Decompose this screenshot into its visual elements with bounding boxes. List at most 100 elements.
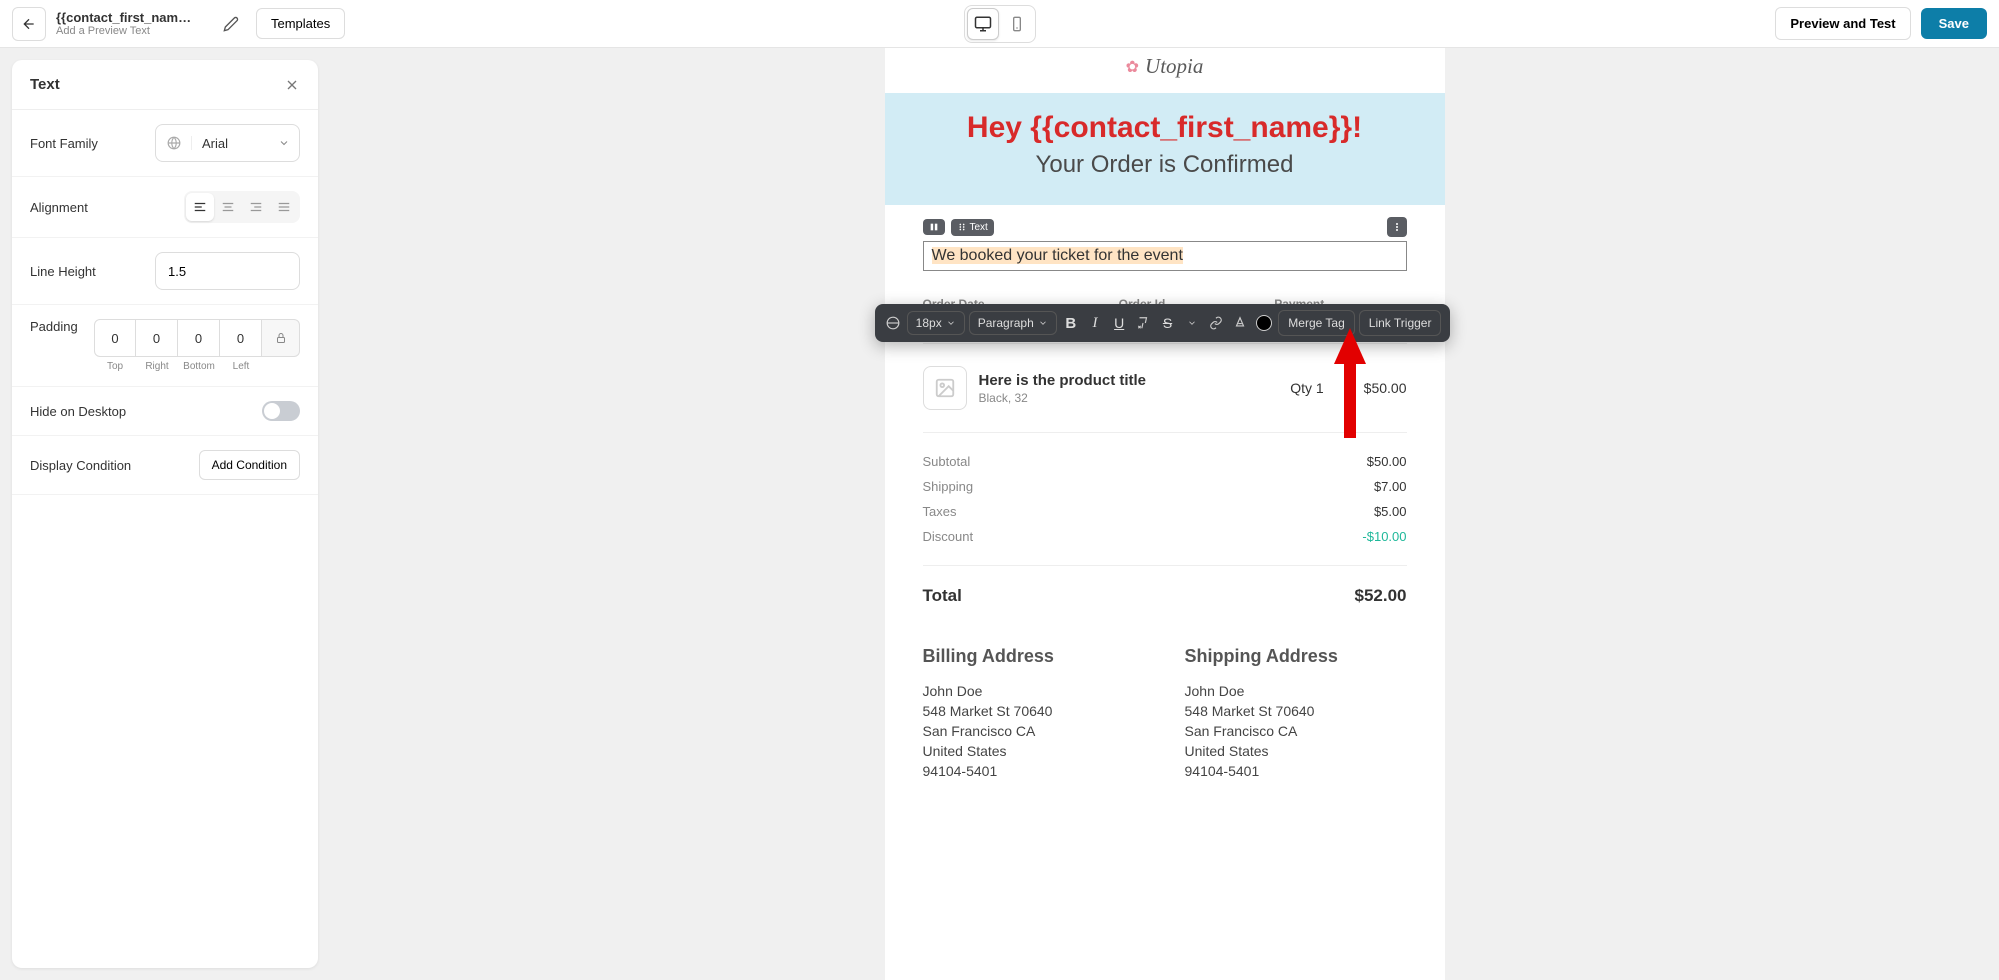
taxes-label: Taxes bbox=[923, 504, 957, 519]
alignment-label: Alignment bbox=[30, 200, 88, 215]
align-left-button[interactable] bbox=[186, 193, 214, 221]
link-button[interactable] bbox=[1206, 310, 1226, 336]
totals-section: Subtotal$50.00 Shipping$7.00 Taxes$5.00 … bbox=[923, 433, 1407, 566]
columns-icon bbox=[929, 222, 939, 232]
globe-icon bbox=[886, 316, 900, 330]
column-handle[interactable] bbox=[923, 219, 945, 235]
preview-test-button[interactable]: Preview and Test bbox=[1775, 7, 1910, 40]
product-variant: Black, 32 bbox=[979, 391, 1291, 405]
billing-address: Billing Address John Doe 548 Market St 7… bbox=[923, 646, 1145, 781]
email-canvas: ✿ Utopia Hey {{contact_first_name}}! You… bbox=[885, 48, 1445, 980]
lock-icon bbox=[275, 332, 287, 344]
align-left-icon bbox=[193, 200, 207, 214]
block-more-button[interactable] bbox=[1387, 217, 1407, 237]
font-family-select[interactable]: Arial bbox=[155, 124, 300, 162]
mobile-view-button[interactable] bbox=[1001, 8, 1033, 40]
discount-value: -$10.00 bbox=[1362, 529, 1406, 544]
align-right-icon bbox=[249, 200, 263, 214]
font-family-label: Font Family bbox=[30, 136, 98, 151]
font-family-value: Arial bbox=[192, 136, 269, 151]
taxes-value: $5.00 bbox=[1374, 504, 1407, 519]
clear-icon bbox=[1136, 316, 1150, 330]
canvas-area[interactable]: ✿ Utopia Hey {{contact_first_name}}! You… bbox=[330, 48, 1999, 980]
padding-label: Padding bbox=[30, 319, 78, 334]
padding-left-input[interactable]: 0 bbox=[220, 319, 262, 357]
font-size-select[interactable]: 18px bbox=[907, 311, 965, 335]
flower-icon: ✿ bbox=[1126, 57, 1139, 77]
billing-country: United States bbox=[923, 741, 1145, 761]
underline-button[interactable]: U bbox=[1109, 310, 1129, 336]
hide-desktop-label: Hide on Desktop bbox=[30, 404, 126, 419]
edit-title-button[interactable] bbox=[216, 9, 246, 39]
order-body: Order Date 09 September, 2024 Order Id #… bbox=[885, 277, 1445, 801]
shipping-street: 548 Market St 70640 bbox=[1185, 701, 1407, 721]
shipping-value: $7.00 bbox=[1374, 479, 1407, 494]
toolbar-globe-button[interactable] bbox=[883, 310, 903, 336]
panel-title: Text bbox=[30, 76, 60, 93]
top-bar: {{contact_first_nam… Add a Preview Text … bbox=[0, 0, 1999, 48]
padding-lock-button[interactable] bbox=[262, 319, 300, 357]
align-justify-button[interactable] bbox=[270, 193, 298, 221]
strikethrough-button[interactable]: S bbox=[1157, 310, 1177, 336]
line-height-input[interactable] bbox=[155, 252, 300, 290]
product-qty: Qty 1 bbox=[1290, 380, 1323, 396]
discount-label: Discount bbox=[923, 529, 974, 544]
padding-top-input[interactable]: 0 bbox=[94, 319, 136, 357]
topbar-right: Preview and Test Save bbox=[1775, 7, 1987, 40]
preview-text-placeholder[interactable]: Add a Preview Text bbox=[56, 25, 206, 37]
paragraph-style-value: Paragraph bbox=[978, 316, 1034, 330]
save-button[interactable]: Save bbox=[1921, 8, 1987, 39]
bold-icon: B bbox=[1065, 315, 1076, 332]
text-content-editor[interactable]: We booked your ticket for the event bbox=[923, 241, 1407, 271]
add-condition-button[interactable]: Add Condition bbox=[199, 450, 300, 480]
close-panel-button[interactable] bbox=[284, 77, 300, 93]
clear-format-button[interactable] bbox=[1133, 310, 1153, 336]
padding-inputs: 0 0 0 0 bbox=[94, 319, 300, 357]
more-format-button[interactable] bbox=[1182, 310, 1202, 336]
merge-tag-button[interactable]: Merge Tag bbox=[1278, 310, 1354, 336]
underline-icon: U bbox=[1114, 315, 1124, 331]
hide-desktop-toggle[interactable] bbox=[262, 401, 300, 421]
billing-city: San Francisco CA bbox=[923, 721, 1145, 741]
product-row: Here is the product title Black, 32 Qty … bbox=[923, 344, 1407, 433]
shipping-country: United States bbox=[1185, 741, 1407, 761]
workspace: Text Font Family Arial Alignment bbox=[0, 48, 1999, 980]
align-justify-icon bbox=[277, 200, 291, 214]
pad-label-bottom: Bottom bbox=[178, 361, 220, 372]
display-condition-label: Display Condition bbox=[30, 458, 131, 473]
chevron-down-icon bbox=[278, 137, 290, 149]
link-icon bbox=[1209, 316, 1223, 330]
back-button[interactable] bbox=[12, 7, 46, 41]
block-type-label: Text bbox=[970, 222, 988, 233]
billing-zip: 94104-5401 bbox=[923, 761, 1145, 781]
align-center-icon bbox=[221, 200, 235, 214]
hero-greeting: Hey {{contact_first_name}}! bbox=[905, 111, 1425, 145]
total-value: $52.00 bbox=[1355, 586, 1407, 606]
shipping-city: San Francisco CA bbox=[1185, 721, 1407, 741]
paragraph-style-select[interactable]: Paragraph bbox=[969, 311, 1057, 335]
billing-name: John Doe bbox=[923, 681, 1145, 701]
italic-button[interactable]: I bbox=[1085, 310, 1105, 336]
total-label: Total bbox=[923, 586, 962, 606]
link-trigger-button[interactable]: Link Trigger bbox=[1359, 310, 1442, 336]
bold-button[interactable]: B bbox=[1061, 310, 1081, 336]
arrow-left-icon bbox=[21, 16, 37, 32]
align-right-button[interactable] bbox=[242, 193, 270, 221]
hero-subtitle: Your Order is Confirmed bbox=[905, 151, 1425, 179]
color-swatch-icon bbox=[1256, 315, 1272, 331]
padding-bottom-input[interactable]: 0 bbox=[178, 319, 220, 357]
text-toolbar: 18px Paragraph B I U S Merge Tag Link Tr… bbox=[875, 304, 1450, 342]
selected-text: We booked your ticket for the event bbox=[932, 247, 1183, 264]
align-center-button[interactable] bbox=[214, 193, 242, 221]
drag-icon bbox=[957, 222, 967, 232]
pad-label-left: Left bbox=[220, 361, 262, 372]
chevron-down-icon bbox=[946, 318, 956, 328]
templates-button[interactable]: Templates bbox=[256, 8, 345, 39]
bg-color-button[interactable] bbox=[1254, 310, 1274, 336]
desktop-view-button[interactable] bbox=[967, 8, 999, 40]
product-price: $50.00 bbox=[1364, 380, 1407, 396]
drag-handle[interactable]: Text bbox=[951, 219, 994, 236]
text-color-button[interactable] bbox=[1230, 310, 1250, 336]
strike-icon: S bbox=[1163, 315, 1172, 331]
padding-right-input[interactable]: 0 bbox=[136, 319, 178, 357]
